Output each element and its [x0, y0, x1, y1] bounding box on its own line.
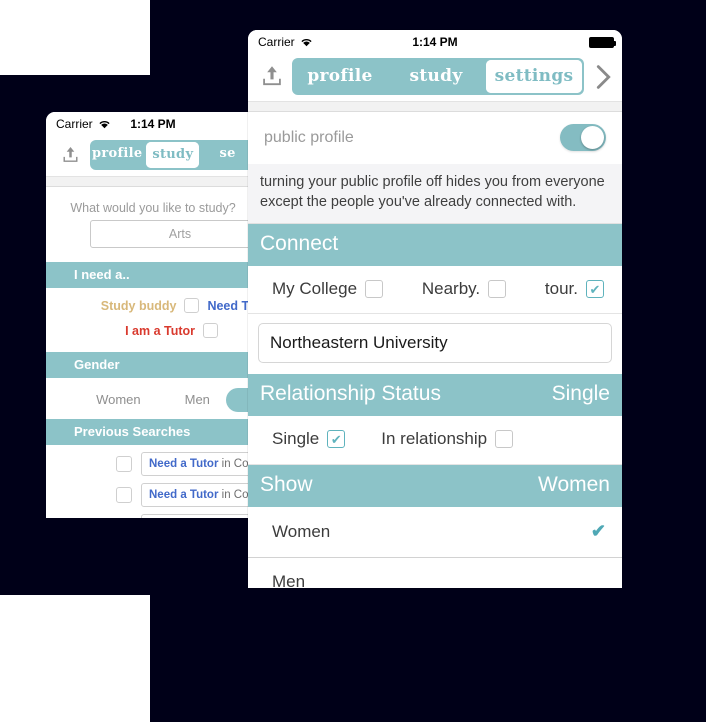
- front-tab-bar: profile study settings: [248, 54, 622, 101]
- gender-men-label[interactable]: Men: [185, 392, 210, 407]
- checkmark-icon: ✔: [590, 521, 606, 542]
- need-section-header: I need a..: [46, 262, 260, 288]
- connect-option-tour[interactable]: tour.: [545, 279, 610, 299]
- previous-search-row: Need a Tutor in Communicat: [46, 476, 260, 507]
- tour-label: tour.: [544, 279, 578, 299]
- single-label: Single: [272, 429, 320, 449]
- previous-search-row: I am a Tutor in Education: [46, 507, 260, 518]
- tab-settings[interactable]: settings: [486, 60, 582, 93]
- search-tag: Need a Tutor: [149, 489, 219, 501]
- front-divider: [248, 101, 622, 112]
- public-profile-toggle[interactable]: [560, 124, 606, 151]
- show-option-women[interactable]: Women ✔: [248, 507, 622, 559]
- show-men-label: Men: [272, 572, 306, 588]
- study-buddy-label: Study buddy: [100, 298, 177, 313]
- in-relationship-checkbox[interactable]: [495, 430, 514, 449]
- university-input[interactable]: Northeastern University: [258, 323, 612, 364]
- study-prompt-label: What would you like to study?: [70, 201, 236, 215]
- connect-option-my-college[interactable]: My College: [260, 279, 384, 299]
- previous-search-checkbox[interactable]: [116, 487, 132, 503]
- study-input[interactable]: Arts: [90, 220, 260, 248]
- connect-options-row: My College Nearby. tour.: [248, 266, 622, 315]
- front-status-bar: Carrier 1:14 PM: [248, 30, 622, 54]
- back-tab-study[interactable]: study: [146, 142, 200, 168]
- show-option-men[interactable]: Men: [248, 558, 622, 588]
- previous-search-text[interactable]: Need a Tutor in Communicat: [141, 483, 260, 507]
- toggle-knob: [581, 126, 604, 149]
- front-phone-screen: Carrier 1:14 PM profile study settings p…: [248, 30, 622, 588]
- previous-search-row: Need a Tutor in Computer an: [46, 445, 260, 476]
- decorative-block-top-left: [0, 0, 150, 75]
- nearby-checkbox[interactable]: [488, 280, 507, 299]
- study-buddy-checkbox[interactable]: [184, 298, 200, 313]
- gender-section-header: Gender: [46, 352, 260, 378]
- public-profile-note: turning your public profile off hides yo…: [248, 164, 622, 225]
- i-am-tutor-checkbox[interactable]: [203, 323, 218, 338]
- show-value: Women: [538, 473, 610, 497]
- gender-row: Women Men: [46, 378, 260, 419]
- my-college-label: My College: [272, 279, 358, 299]
- i-am-tutor-label: I am a Tutor: [125, 323, 195, 338]
- previous-search-text[interactable]: Need a Tutor in Computer an: [141, 452, 260, 476]
- relationship-title: Relationship Status: [260, 382, 441, 406]
- relationship-value: Single: [551, 382, 610, 406]
- public-profile-row: public profile: [248, 112, 622, 164]
- back-divider: [46, 176, 260, 187]
- tab-study[interactable]: study: [388, 58, 484, 95]
- back-tab-bar: profile study se: [46, 136, 260, 176]
- show-title: Show: [260, 473, 313, 497]
- battery-icon: [589, 36, 616, 48]
- previous-search-checkbox[interactable]: [116, 456, 132, 472]
- back-tab-profile[interactable]: profile: [90, 140, 144, 170]
- single-checkbox[interactable]: [327, 430, 346, 449]
- connect-title: Connect: [260, 232, 339, 256]
- previous-searches-header: Previous Searches: [46, 419, 260, 445]
- my-college-checkbox[interactable]: [365, 280, 384, 299]
- search-tag: Need a Tutor: [149, 458, 219, 470]
- chevron-right-icon[interactable]: [590, 64, 616, 90]
- connect-section-header: Connect: [248, 224, 622, 267]
- university-field-wrap: Northeastern University: [248, 314, 622, 375]
- upload-icon[interactable]: [258, 65, 286, 89]
- tab-profile[interactable]: profile: [292, 58, 388, 95]
- back-phone-screen: Carrier 1:14 PM profile study se What wo…: [46, 112, 260, 518]
- show-section-header: Show Women: [248, 465, 622, 508]
- decorative-block-bottom-left: [0, 595, 150, 722]
- relationship-option-single[interactable]: Single: [272, 429, 346, 449]
- need-row-2: I am a Tutor: [46, 313, 260, 338]
- gender-women-label[interactable]: Women: [96, 392, 141, 407]
- nearby-label: Nearby.: [421, 279, 481, 299]
- front-tabs: profile study settings: [292, 58, 584, 95]
- relationship-section-header: Relationship Status Single: [248, 374, 622, 417]
- connect-option-nearby[interactable]: Nearby.: [421, 279, 507, 299]
- in-relationship-label: In relationship: [381, 429, 488, 449]
- front-status-right: [589, 36, 616, 48]
- back-tabs: profile study se: [90, 140, 254, 170]
- public-profile-label: public profile: [264, 128, 354, 146]
- front-clock: 1:14 PM: [412, 35, 458, 49]
- study-field-wrap: Arts: [46, 220, 260, 248]
- need-row-1: Study buddy Need Tut: [46, 288, 260, 313]
- relationship-options-row: Single In relationship: [248, 416, 622, 466]
- show-women-label: Women: [272, 521, 331, 541]
- back-clock: 1:14 PM: [130, 117, 176, 131]
- tour-checkbox[interactable]: [586, 280, 604, 299]
- back-tab-settings[interactable]: se: [201, 140, 254, 170]
- back-status-bar: Carrier 1:14 PM: [46, 112, 260, 136]
- upload-icon[interactable]: [56, 146, 84, 165]
- previous-search-text[interactable]: I am a Tutor in Education: [141, 514, 260, 518]
- relationship-option-in-relationship[interactable]: In relationship: [381, 429, 514, 449]
